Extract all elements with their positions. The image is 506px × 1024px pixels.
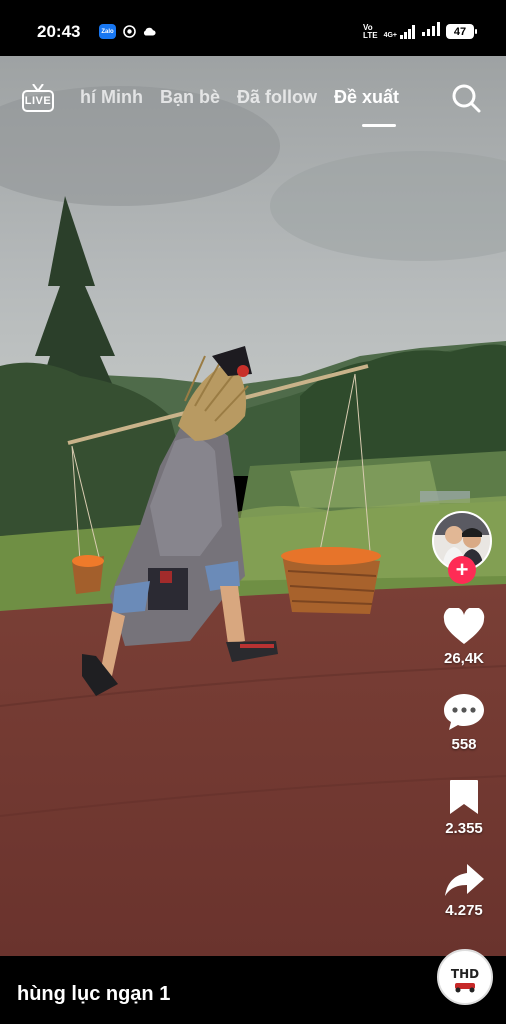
share-count: 4.275 — [445, 902, 483, 919]
tab-following[interactable]: Đã follow — [237, 87, 317, 108]
search-button[interactable] — [450, 82, 482, 114]
live-button[interactable]: LIVE — [22, 84, 56, 112]
live-label: LIVE — [22, 90, 54, 112]
battery-indicator: 47 — [446, 24, 477, 39]
network-type: 4G+ — [383, 31, 397, 39]
status-bar: 20:43 Zalo Vo LTE 4G+ 47 — [0, 0, 506, 56]
system-indicators: Vo LTE 4G+ 47 — [363, 22, 477, 41]
bookmark-icon — [450, 780, 478, 814]
share-arrow-icon — [445, 864, 484, 896]
signal-icon-sim2 — [422, 22, 440, 41]
active-tab-indicator — [362, 124, 396, 127]
top-tabs: hí Minh Bạn bè Đã follow Đề xuất — [80, 87, 399, 108]
save-count: 2.355 — [445, 820, 483, 837]
comment-button[interactable]: 558 — [426, 692, 502, 753]
notification-icons: Zalo — [99, 24, 156, 39]
comment-icon — [444, 694, 484, 730]
save-button[interactable]: 2.355 — [426, 778, 502, 837]
tab-for-you[interactable]: Đề xuất — [334, 87, 399, 108]
zalo-icon: Zalo — [99, 24, 116, 39]
music-disc[interactable]: THD — [437, 949, 493, 1005]
share-button[interactable]: 4.275 — [426, 862, 502, 919]
cloud-icon — [142, 25, 156, 39]
like-button[interactable]: 26,4K — [426, 608, 502, 667]
heart-icon — [443, 608, 485, 644]
follow-button[interactable]: + — [448, 556, 476, 584]
music-logo: THD — [444, 956, 486, 998]
svg-text:THD: THD — [451, 967, 479, 981]
music-title[interactable]: hùng lục ngạn 1 — [17, 983, 170, 1006]
chrome-icon — [122, 25, 136, 39]
comment-count: 558 — [451, 736, 477, 753]
search-icon — [452, 84, 481, 113]
status-time: 20:43 — [37, 22, 81, 41]
tab-ho-chi-minh[interactable]: hí Minh — [80, 87, 143, 108]
signal-icon: 4G+ — [383, 24, 416, 39]
volte-indicator: Vo LTE — [363, 22, 378, 40]
tab-friends[interactable]: Bạn bè — [160, 87, 220, 108]
like-count: 26,4K — [443, 650, 485, 667]
